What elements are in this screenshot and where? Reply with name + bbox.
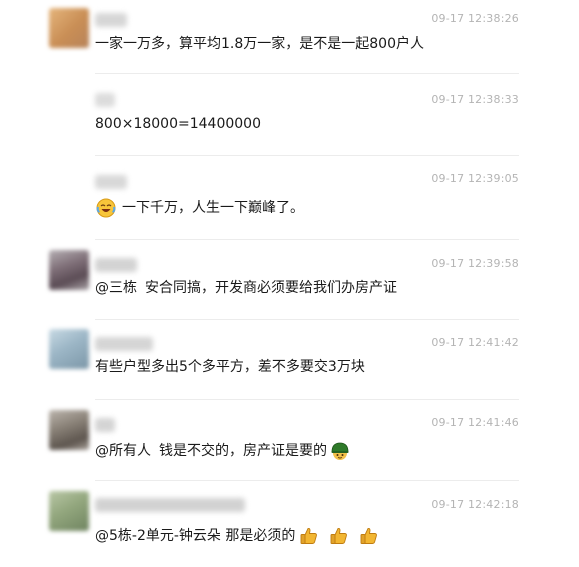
divider xyxy=(95,155,519,156)
sender-name-blurred xyxy=(95,418,115,432)
divider xyxy=(95,73,519,74)
message-text-content: 一家一万多，算平均1.8万一家，是不是一起800户人 xyxy=(95,36,424,52)
chat-history: 09-17 12:38:26 一家一万多，算平均1.8万一家，是不是一起800户… xyxy=(0,0,579,567)
avatar[interactable] xyxy=(49,250,89,290)
avatar[interactable] xyxy=(49,410,89,450)
divider xyxy=(95,480,519,481)
message-text: @所有人 钱是不交的，房产证是要的 xyxy=(95,441,351,461)
message-text: 一下千万，人生一下巅峰了。 xyxy=(95,198,304,218)
avatar[interactable] xyxy=(49,8,89,48)
message-text: 800×18000=14400000 xyxy=(95,114,261,134)
message-timestamp: 09-17 12:38:26 xyxy=(431,12,519,25)
message-timestamp: 09-17 12:38:33 xyxy=(431,93,519,106)
message-timestamp: 09-17 12:41:42 xyxy=(431,336,519,349)
divider xyxy=(95,239,519,240)
sender-name-blurred xyxy=(95,258,137,272)
sender-name-blurred xyxy=(95,337,153,351)
sender-name-blurred xyxy=(95,498,245,512)
message-text: @5栋-2单元-钟云朵 那是必须的 xyxy=(95,526,380,546)
message-timestamp: 09-17 12:39:05 xyxy=(431,172,519,185)
avatar[interactable] xyxy=(49,491,89,531)
message-text-content: 安合同搞，开发商必须要给我们办房产证 xyxy=(145,280,397,296)
thumbs-up-icon xyxy=(359,526,379,546)
helmet-emoji-icon xyxy=(330,441,350,461)
message-text-content: 一下千万，人生一下巅峰了。 xyxy=(122,200,304,216)
message-timestamp: 09-17 12:42:18 xyxy=(431,498,519,511)
sender-name-blurred xyxy=(95,175,127,189)
thumbs-up-icon xyxy=(299,526,319,546)
mention[interactable]: @所有人 xyxy=(95,441,151,461)
message-text: 一家一万多，算平均1.8万一家，是不是一起800户人 xyxy=(95,34,424,54)
message-timestamp: 09-17 12:41:46 xyxy=(431,416,519,429)
sender-name-blurred xyxy=(95,13,127,27)
message-text-content: 有些户型多出5个多平方，差不多要交3万块 xyxy=(95,359,365,375)
message-text-content: 钱是不交的，房产证是要的 xyxy=(159,443,327,459)
divider xyxy=(95,399,519,400)
message-text: @三栋 安合同搞，开发商必须要给我们办房产证 xyxy=(95,278,397,298)
divider xyxy=(95,319,519,320)
crying-laughing-emoji-icon xyxy=(96,198,116,218)
mention[interactable]: @三栋 xyxy=(95,278,137,298)
thumbs-up-icon xyxy=(329,526,349,546)
avatar[interactable] xyxy=(49,329,89,369)
message-text-content: 800×18000=14400000 xyxy=(95,116,261,132)
message-text-content: @5栋-2单元-钟云朵 那是必须的 xyxy=(95,528,296,544)
message-timestamp: 09-17 12:39:58 xyxy=(431,257,519,270)
sender-name-blurred xyxy=(95,93,115,107)
message-text: 有些户型多出5个多平方，差不多要交3万块 xyxy=(95,357,365,377)
avatar[interactable] xyxy=(49,170,89,210)
avatar[interactable] xyxy=(49,88,89,128)
